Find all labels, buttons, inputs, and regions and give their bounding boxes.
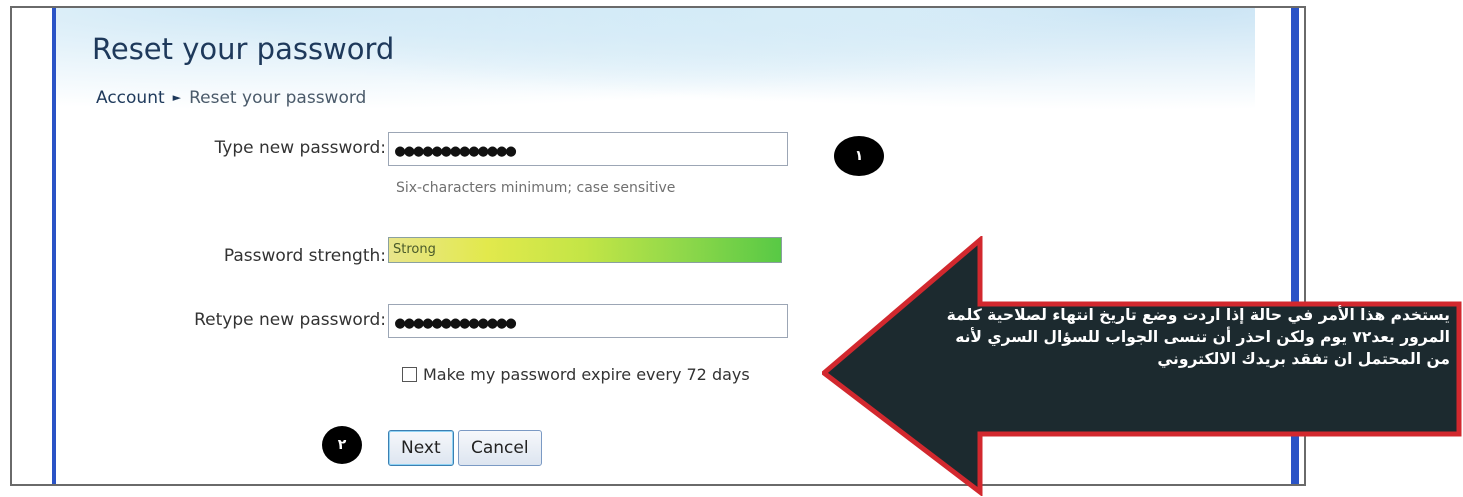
expire-checkbox-label: Make my password expire every 72 days xyxy=(423,365,750,384)
step-2-badge: ٢ xyxy=(322,426,362,464)
breadcrumb-current: Reset your password xyxy=(189,88,367,108)
page-title: Reset your password xyxy=(92,32,395,66)
step-1-badge: ١ xyxy=(834,136,884,176)
strength-label: Password strength: xyxy=(223,246,386,266)
cancel-button[interactable]: Cancel xyxy=(458,430,542,466)
password-strength-meter: Strong xyxy=(388,237,782,263)
breadcrumb: Account ► Reset your password xyxy=(96,88,366,108)
strength-value: Strong xyxy=(393,242,436,257)
new-password-label: Type new password: xyxy=(214,138,386,158)
callout-text: يستخدم هذا الأمر في حالة إذا اردت وضع تا… xyxy=(946,306,1450,368)
breadcrumb-arrow-icon: ► xyxy=(172,91,182,104)
header-background xyxy=(56,8,1256,128)
expire-checkbox[interactable] xyxy=(402,367,417,382)
new-password-input[interactable]: ●●●●●●●●●●●●● xyxy=(388,132,788,166)
new-password-hint: Six-characters minimum; case sensitive xyxy=(396,180,676,196)
next-button[interactable]: Next xyxy=(388,430,454,466)
breadcrumb-account-link[interactable]: Account xyxy=(96,88,165,108)
retype-password-input[interactable]: ●●●●●●●●●●●●● xyxy=(388,304,788,338)
expire-checkbox-row[interactable]: Make my password expire every 72 days xyxy=(402,365,750,384)
retype-password-label: Retype new password: xyxy=(194,310,386,330)
